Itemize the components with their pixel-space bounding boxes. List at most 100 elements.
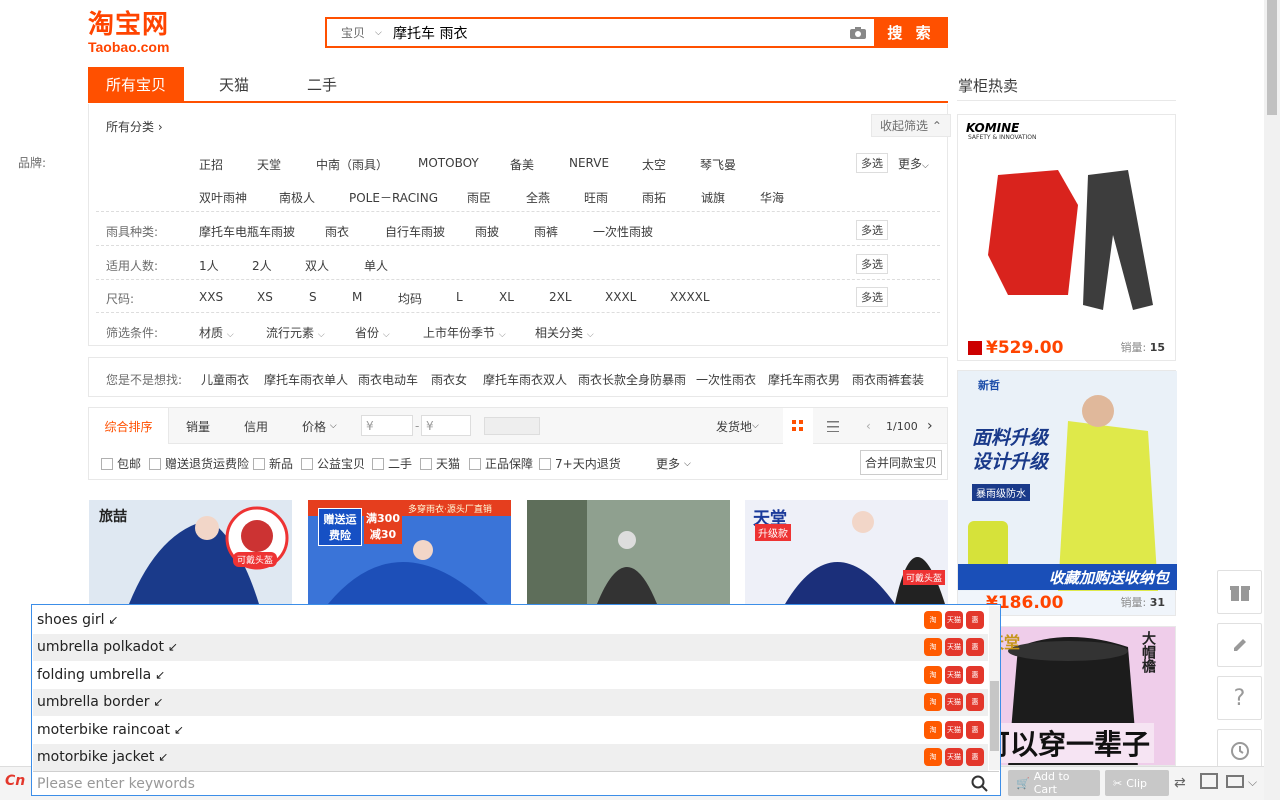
more-services-dropdown[interactable]: 更多 ⌵	[656, 455, 691, 472]
type-item[interactable]: 雨披	[475, 223, 499, 240]
tmall-icon[interactable]: 天猫	[945, 665, 963, 684]
insert-arrow-icon[interactable]: ↙	[168, 640, 178, 654]
clip-button[interactable]: ✂ Clip	[1105, 770, 1169, 796]
type-item[interactable]: 雨衣	[325, 223, 349, 240]
checkbox-charity[interactable]: 公益宝贝	[301, 455, 365, 472]
condition-dropdown[interactable]: 相关分类 ⌵	[535, 324, 594, 341]
size-item[interactable]: 均码	[398, 290, 422, 307]
tab-tmall[interactable]: 天猫	[202, 67, 266, 101]
brand-item[interactable]: NERVE	[569, 156, 609, 170]
side-ad[interactable]: KOMINE SAFETY & INNOVATION ¥529.00 销量: 1…	[957, 114, 1176, 361]
translate-icon[interactable]: ⇄	[1174, 775, 1186, 791]
tmall-icon[interactable]: 天猫	[945, 720, 963, 739]
brand-item[interactable]: 备美	[510, 156, 534, 173]
brand-item[interactable]: 全燕	[526, 189, 550, 206]
search-type-select[interactable]: 宝贝 ⌵	[327, 19, 387, 46]
size-item[interactable]: XS	[257, 290, 273, 304]
list-view-icon[interactable]	[821, 408, 845, 444]
size-item[interactable]: S	[309, 290, 317, 304]
mail-icon[interactable]	[1226, 775, 1244, 788]
suggestion-item[interactable]: shoes girl ↙ 淘天猫惠	[33, 606, 988, 633]
image-icon[interactable]	[1200, 773, 1218, 789]
brand-item[interactable]: 雨臣	[467, 189, 491, 206]
side-ad[interactable]: 新哲 面料升级 设计升级 暴雨级防水 收藏加购送收纳包 ¥186.00 销量: …	[957, 370, 1177, 616]
checkbox-second-hand[interactable]: 二手	[372, 455, 412, 472]
tmall-icon[interactable]: 天猫	[945, 610, 963, 629]
suggestion-item[interactable]: folding umbrella ↙ 淘天猫惠	[33, 661, 988, 688]
checkbox-7day-return[interactable]: 7+天内退货	[539, 455, 621, 472]
search-button[interactable]: 搜 索	[874, 17, 948, 48]
prev-page-icon[interactable]: ‹	[866, 408, 871, 444]
related-link[interactable]: 儿童雨衣	[201, 371, 249, 388]
tab-second-hand[interactable]: 二手	[290, 67, 354, 101]
price-range-slider[interactable]	[484, 417, 540, 435]
grid-view-icon[interactable]	[783, 408, 813, 444]
size-item[interactable]: L	[456, 290, 463, 304]
product-card[interactable]: 旅喆 可戴头盔	[89, 500, 292, 604]
brand-item[interactable]: 正招	[199, 156, 223, 173]
keyword-input[interactable]: Please enter keywords	[33, 771, 999, 795]
insert-arrow-icon[interactable]: ↙	[155, 668, 165, 682]
suggestion-scrollbar[interactable]	[989, 606, 1000, 770]
ship-from-dropdown[interactable]: 发货地 ⌵	[716, 408, 759, 444]
brand-item[interactable]: 中南（雨具）	[316, 156, 388, 173]
brand-item[interactable]: 太空	[642, 156, 666, 173]
brand-item[interactable]: 南极人	[279, 189, 315, 206]
sort-sales[interactable]: 销量	[186, 408, 210, 444]
deal-icon[interactable]: 惠	[966, 665, 984, 684]
tmall-icon[interactable]: 天猫	[945, 693, 963, 711]
suggestion-item[interactable]: umbrella border ↙ 淘天猫惠	[33, 688, 988, 716]
tmall-icon[interactable]: 天猫	[945, 638, 963, 656]
camera-icon[interactable]	[842, 19, 874, 46]
taobao-icon[interactable]: 淘	[924, 610, 942, 629]
condition-dropdown[interactable]: 上市年份季节 ⌵	[423, 324, 506, 341]
next-page-icon[interactable]: ›	[927, 408, 933, 444]
people-item[interactable]: 双人	[305, 257, 329, 274]
taobao-logo[interactable]: 淘宝网 Taobao.com	[88, 10, 188, 56]
brand-item[interactable]: POLE－RACING	[349, 189, 438, 206]
related-link[interactable]: 摩托车雨衣单人	[264, 371, 348, 388]
checkbox-tmall[interactable]: 天猫	[420, 455, 460, 472]
size-item[interactable]: XL	[499, 290, 514, 304]
related-link[interactable]: 雨衣电动车	[358, 371, 418, 388]
chevron-icon[interactable]: ⌵	[1248, 775, 1257, 790]
merge-same-button[interactable]: 合并同款宝贝	[860, 450, 943, 475]
condition-dropdown[interactable]: 省份 ⌵	[355, 324, 390, 341]
collapse-filter-button[interactable]: 收起筛选 ⌃	[871, 114, 951, 137]
size-item[interactable]: 2XL	[549, 290, 572, 304]
brand-multi-select-button[interactable]: 多选	[856, 153, 888, 173]
gift-icon[interactable]	[1217, 570, 1262, 614]
all-categories-link[interactable]: 所有分类 ›	[106, 118, 163, 135]
search-icon[interactable]	[971, 775, 989, 793]
insert-arrow-icon[interactable]: ↙	[154, 695, 164, 709]
size-multi-select-button[interactable]: 多选	[856, 287, 888, 307]
suggestion-item[interactable]: umbrella polkadot ↙ 淘天猫惠	[33, 633, 988, 661]
product-card[interactable]	[527, 500, 730, 604]
product-card[interactable]: 天堂 升级款 可戴头盔	[745, 500, 948, 604]
brand-item[interactable]: 双叶雨神	[199, 189, 247, 206]
size-item[interactable]: XXS	[199, 290, 223, 304]
condition-dropdown[interactable]: 材质 ⌵	[199, 324, 234, 341]
deal-icon[interactable]: 惠	[966, 638, 984, 656]
taobao-icon[interactable]: 淘	[924, 665, 942, 684]
checkbox-free-shipping[interactable]: 包邮	[101, 455, 141, 472]
taobao-icon[interactable]: 淘	[924, 638, 942, 656]
checkbox-return-insurance[interactable]: 赠送退货运费险	[149, 455, 249, 472]
taobao-icon[interactable]: 淘	[924, 720, 942, 739]
add-to-cart-button[interactable]: 🛒 Add to Cart	[1008, 770, 1100, 796]
taobao-icon[interactable]: 淘	[924, 748, 942, 766]
deal-icon[interactable]: 惠	[966, 720, 984, 739]
insert-arrow-icon[interactable]: ↙	[174, 723, 184, 737]
price-min-input[interactable]: ¥	[361, 415, 413, 436]
people-item[interactable]: 2人	[252, 257, 272, 274]
price-max-input[interactable]: ¥	[421, 415, 471, 436]
type-multi-select-button[interactable]: 多选	[856, 220, 888, 240]
deal-icon[interactable]: 惠	[966, 693, 984, 711]
brand-item[interactable]: 华海	[760, 189, 784, 206]
people-multi-select-button[interactable]: 多选	[856, 254, 888, 274]
tmall-icon[interactable]: 天猫	[945, 748, 963, 766]
size-item[interactable]: M	[352, 290, 362, 304]
brand-more-button[interactable]: 更多⌵	[898, 155, 929, 172]
people-item[interactable]: 单人	[364, 257, 388, 274]
sort-price[interactable]: 价格 ⌵	[302, 408, 337, 444]
